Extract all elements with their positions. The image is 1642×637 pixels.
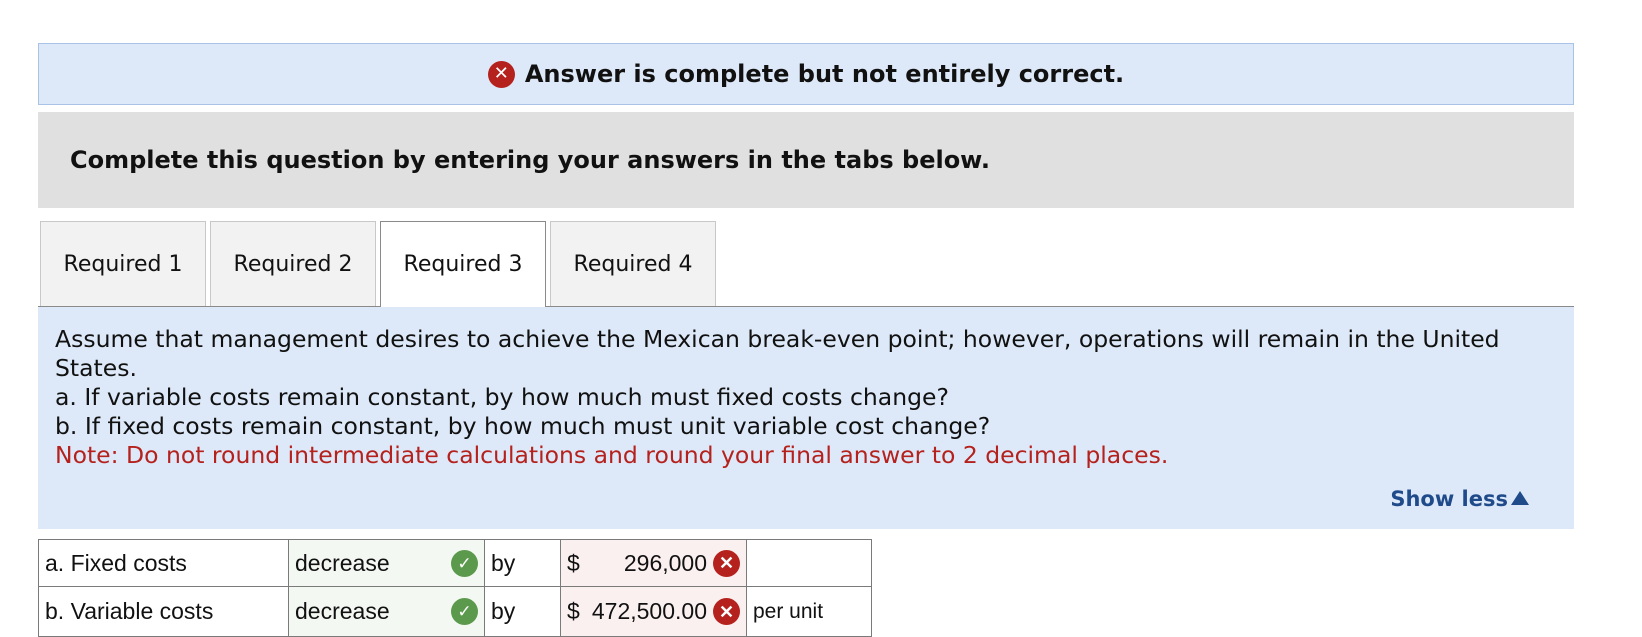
tab-required-4[interactable]: Required 4 <box>550 221 716 306</box>
currency-symbol: $ <box>567 549 580 576</box>
tab-bar: Required 1 Required 2 Required 3 Require… <box>40 221 720 307</box>
question-part-b: b. If fixed costs remain constant, by ho… <box>55 412 991 440</box>
by-text: by <box>484 586 561 637</box>
tab-required-1[interactable]: Required 1 <box>40 221 206 306</box>
question-panel: Assume that management desires to achiev… <box>38 307 1574 529</box>
question-part-a: a. If variable costs remain constant, by… <box>55 383 949 411</box>
x-circle-icon: ✕ <box>713 598 740 625</box>
triangle-up-icon <box>1511 491 1529 505</box>
answer-table: a. Fixed costs decrease ✓ by $ 296,000 ✕… <box>38 539 872 637</box>
instructions-bar: Complete this question by entering your … <box>38 112 1574 208</box>
by-text: by <box>484 539 561 587</box>
result-banner: ✕ Answer is complete but not entirely co… <box>38 43 1574 105</box>
direction-value: decrease <box>295 549 390 576</box>
amount-input[interactable]: $ 472,500.00 ✕ <box>560 586 747 637</box>
amount-value: 296,000 <box>623 549 707 576</box>
question-note: Note: Do not round intermediate calculat… <box>55 441 1169 469</box>
check-circle-icon: ✓ <box>451 549 478 577</box>
question-text: Assume that management desires to achiev… <box>55 325 1500 382</box>
amount-value: 472,500.00 <box>591 598 707 624</box>
result-banner-text: Answer is complete but not entirely corr… <box>524 60 1125 88</box>
x-circle-icon: ✕ <box>487 60 515 88</box>
unit-label: per unit <box>746 586 872 637</box>
row-label: b. Variable costs <box>38 586 289 637</box>
unit-label <box>746 539 872 587</box>
instructions-text: Complete this question by entering your … <box>70 146 990 174</box>
direction-select[interactable]: decrease ✓ <box>288 539 485 587</box>
check-circle-icon: ✓ <box>451 598 478 625</box>
tab-required-2[interactable]: Required 2 <box>210 221 376 306</box>
table-row: a. Fixed costs decrease ✓ by $ 296,000 ✕ <box>38 539 872 587</box>
row-label: a. Fixed costs <box>38 539 289 587</box>
show-less-link[interactable]: Show less <box>1390 485 1529 514</box>
tab-required-3[interactable]: Required 3 <box>380 221 546 307</box>
direction-value: decrease <box>295 598 390 624</box>
table-row: b. Variable costs decrease ✓ by $ 472,50… <box>38 586 872 637</box>
show-less-label: Show less <box>1390 487 1508 511</box>
direction-select[interactable]: decrease ✓ <box>288 586 485 637</box>
amount-input[interactable]: $ 296,000 ✕ <box>560 539 747 587</box>
x-circle-icon: ✕ <box>713 549 740 577</box>
currency-symbol: $ <box>567 598 580 624</box>
